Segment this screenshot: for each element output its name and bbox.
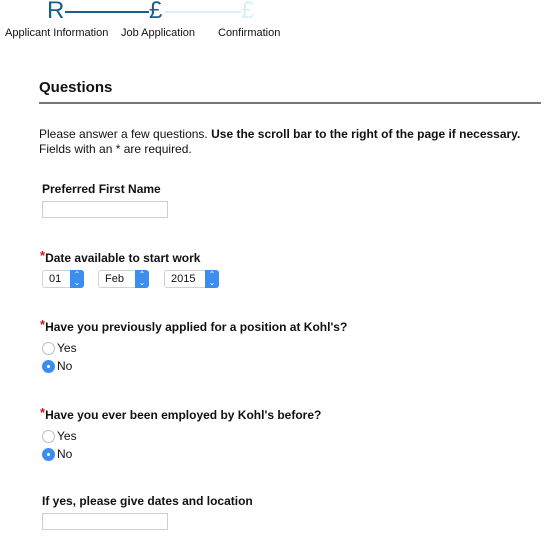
required-mark: * xyxy=(40,317,46,332)
chevron-updown-icon: ⌃ ⌄ xyxy=(70,270,84,288)
previously-employed-label: *Have you ever been employed by Kohl's b… xyxy=(40,405,322,422)
step-applicant-icon: R xyxy=(47,0,65,24)
step-connector xyxy=(165,11,241,13)
option-label: Yes xyxy=(57,429,77,443)
previously-employed-label-text: Have you ever been employed by Kohl's be… xyxy=(45,408,322,422)
divider xyxy=(39,102,541,104)
start-date-label-text: Date available to start work xyxy=(45,251,201,265)
previously-applied-label: *Have you previously applied for a posit… xyxy=(40,317,348,334)
step-job-icon: £ xyxy=(149,0,163,24)
previously-applied-yes[interactable]: Yes xyxy=(42,341,77,355)
section-title: Questions xyxy=(39,79,113,96)
start-month-value: Feb xyxy=(105,273,124,285)
radio-button[interactable] xyxy=(42,429,55,443)
radio-button[interactable] xyxy=(42,341,55,355)
radio-button-checked[interactable] xyxy=(42,359,55,373)
required-mark: * xyxy=(40,248,46,263)
required-mark: * xyxy=(40,405,46,420)
intro-required-note: Fields with an * are required. xyxy=(39,142,192,156)
option-label: Yes xyxy=(57,341,77,355)
employment-details-input[interactable] xyxy=(42,513,168,530)
start-year-select[interactable]: 2015 ⌃ ⌄ xyxy=(164,270,219,288)
intro-bold: Use the scroll bar to the right of the p… xyxy=(211,127,521,141)
start-day-value: 01 xyxy=(49,273,62,285)
step-label-confirmation: Confirmation xyxy=(218,27,281,39)
chevron-updown-icon: ⌃ ⌄ xyxy=(205,270,219,288)
preferred-name-label: Preferred First Name xyxy=(42,182,161,196)
radio-button-checked[interactable] xyxy=(42,447,55,461)
progress-stepper: R £ £ Applicant Information Job Applicat… xyxy=(0,0,300,45)
intro-plain: Please answer a few questions. xyxy=(39,127,212,141)
previously-employed-no[interactable]: No xyxy=(42,447,72,461)
employment-details-label: If yes, please give dates and location xyxy=(42,494,253,508)
option-label: No xyxy=(57,447,73,461)
chevron-updown-icon: ⌃ ⌄ xyxy=(135,270,149,288)
start-year-value: 2015 xyxy=(171,273,196,285)
preferred-name-input[interactable] xyxy=(42,201,168,218)
step-label-applicant: Applicant Information xyxy=(5,27,109,39)
step-confirmation-icon: £ xyxy=(241,0,255,24)
start-date-label: *Date available to start work xyxy=(40,248,201,265)
previously-applied-no[interactable]: No xyxy=(42,359,72,373)
previously-employed-yes[interactable]: Yes xyxy=(42,429,77,443)
start-day-select[interactable]: 01 ⌃ ⌄ xyxy=(42,270,84,288)
intro-text: Please answer a few questions. Use the s… xyxy=(39,127,549,157)
option-label: No xyxy=(57,359,73,373)
step-label-job: Job Application xyxy=(121,27,195,39)
step-connector xyxy=(65,11,149,13)
start-month-select[interactable]: Feb ⌃ ⌄ xyxy=(98,270,149,288)
previously-applied-label-text: Have you previously applied for a positi… xyxy=(45,320,348,334)
